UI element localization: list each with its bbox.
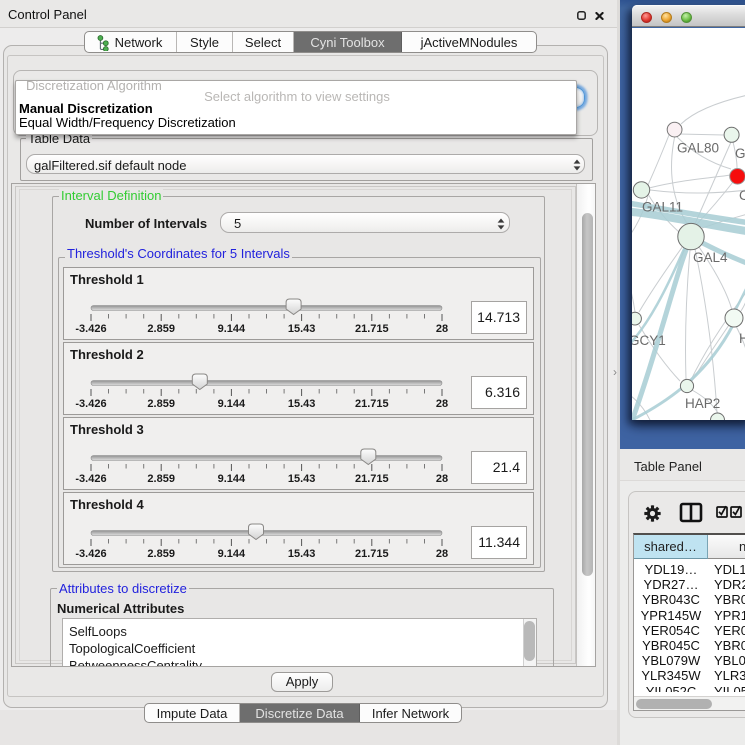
svg-text:2.859: 2.859 (147, 473, 175, 485)
svg-text:-3.426: -3.426 (75, 398, 106, 410)
svg-text:2.859: 2.859 (147, 323, 175, 335)
svg-text:21.715: 21.715 (355, 398, 389, 410)
svg-text:15.43: 15.43 (288, 548, 316, 560)
svg-text:15.43: 15.43 (288, 323, 316, 335)
svg-text:HAP2: HAP2 (685, 396, 720, 411)
svg-text:Threshold 1: Threshold 1 (70, 272, 144, 287)
svg-text:21.715: 21.715 (355, 473, 389, 485)
svg-text:28: 28 (436, 473, 448, 485)
svg-text:GAL1: GAL1 (735, 146, 745, 161)
svg-text:9.144: 9.144 (218, 323, 246, 335)
svg-text:Threshold 2: Threshold 2 (70, 347, 144, 362)
svg-text:Threshold 4: Threshold 4 (70, 497, 144, 512)
svg-text:15.43: 15.43 (288, 398, 316, 410)
svg-text:GCY1: GCY1 (632, 333, 666, 348)
svg-text:Threshold 3: Threshold 3 (70, 422, 144, 437)
svg-text:2.859: 2.859 (147, 398, 175, 410)
svg-text:21.715: 21.715 (355, 548, 389, 560)
svg-text:9.144: 9.144 (218, 548, 246, 560)
svg-text:2.859: 2.859 (147, 548, 175, 560)
svg-text:28: 28 (436, 548, 448, 560)
svg-text:GAL4: GAL4 (693, 250, 728, 265)
svg-text:15.43: 15.43 (288, 473, 316, 485)
svg-text:9.144: 9.144 (218, 473, 246, 485)
svg-text:HIS4: HIS4 (739, 331, 745, 346)
svg-text:-3.426: -3.426 (75, 548, 106, 560)
svg-text:-3.426: -3.426 (75, 473, 106, 485)
svg-text:21.715: 21.715 (355, 323, 389, 335)
svg-text:CAF4: CAF4 (739, 188, 745, 203)
svg-text:GAL80: GAL80 (677, 141, 719, 156)
svg-text:-3.426: -3.426 (75, 323, 106, 335)
svg-text:9.144: 9.144 (218, 398, 246, 410)
svg-text:28: 28 (436, 398, 448, 410)
svg-text:GAL11: GAL11 (642, 200, 683, 215)
svg-text:28: 28 (436, 323, 448, 335)
